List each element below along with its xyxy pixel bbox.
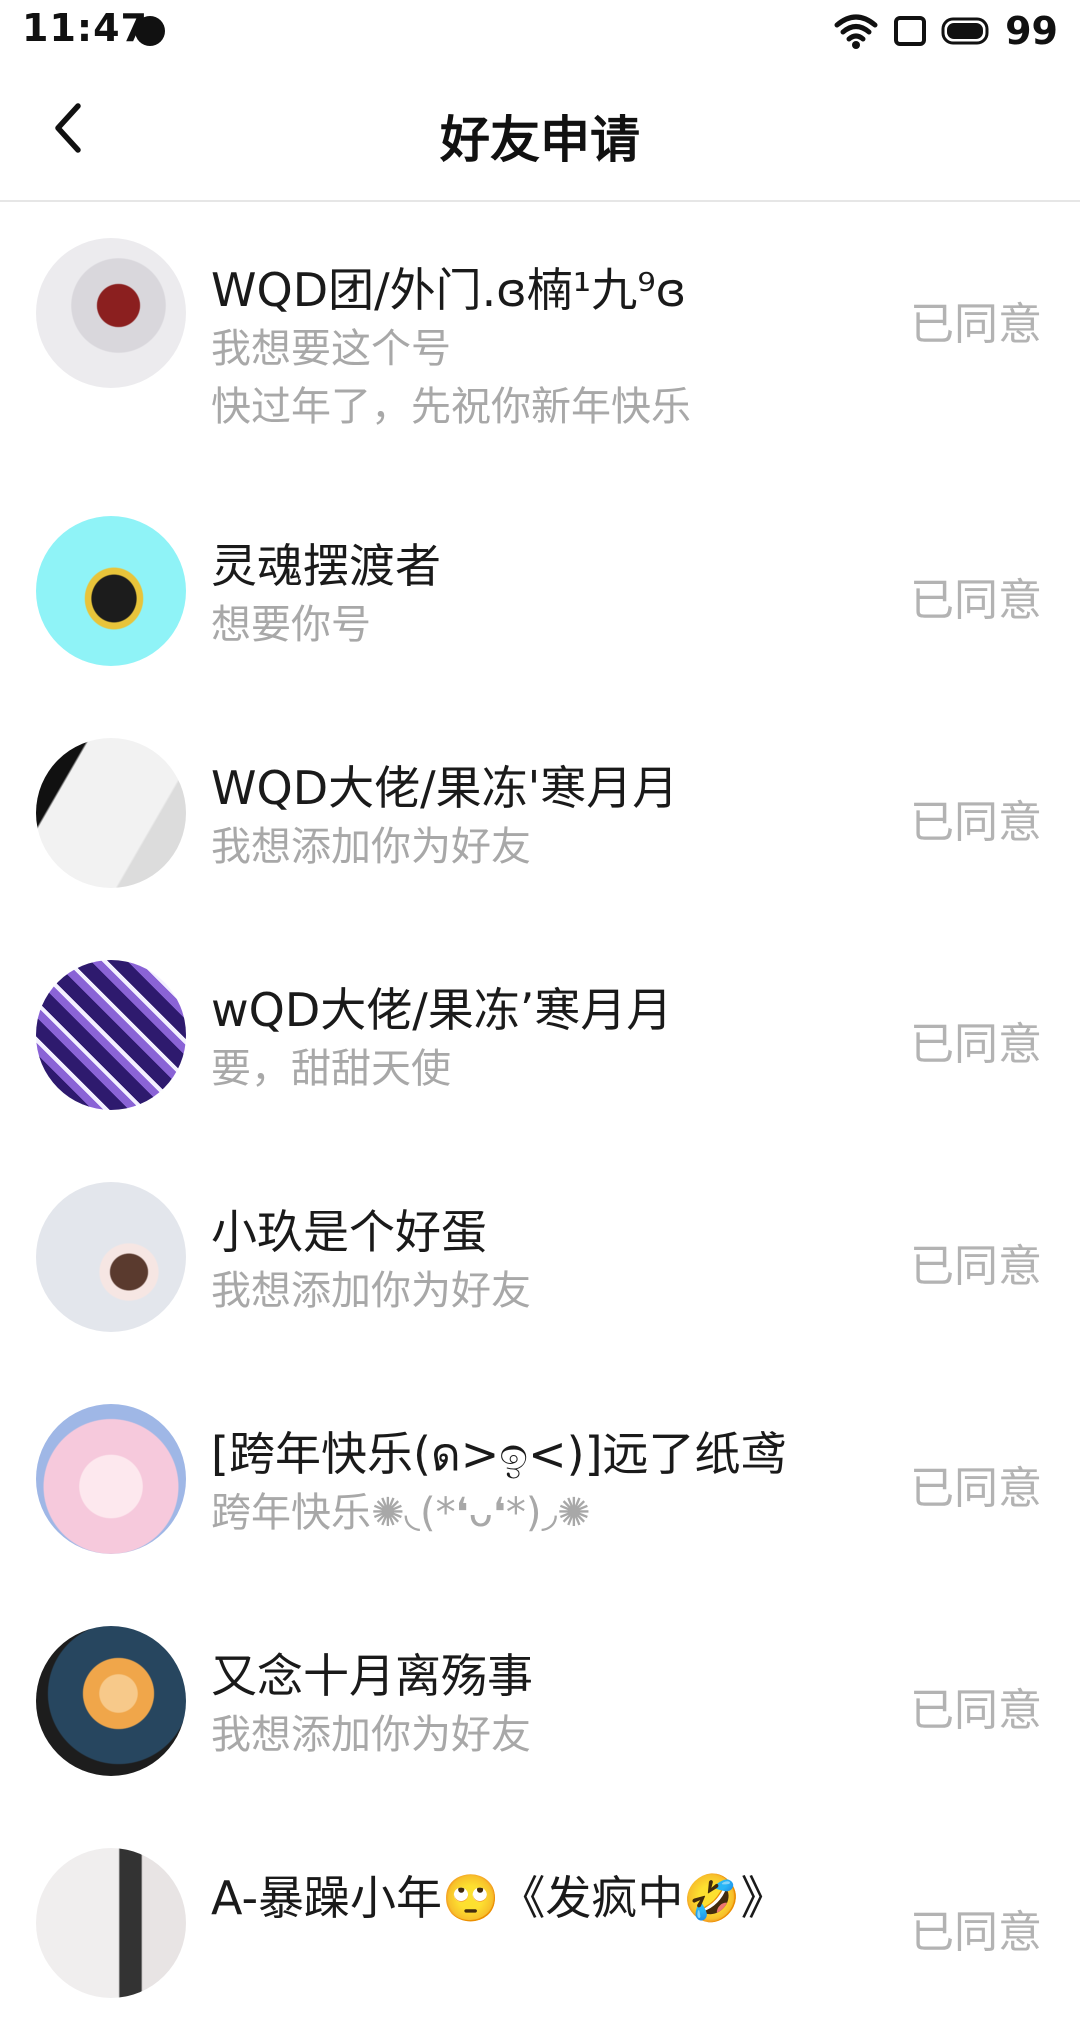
friend-request-row[interactable]: [跨年快乐(ด>ඉ<)]远了纸鸢 跨年快乐✺◟(*❛ᴗ❛*)◞✺ 已同意	[0, 1368, 1080, 1590]
requester-name: WQD大佬/果冻'寒月月	[211, 761, 679, 815]
request-status: 已同意	[910, 1685, 1042, 1736]
avatar[interactable]	[36, 738, 186, 888]
requester-name: 小玖是个好蛋	[211, 1205, 487, 1259]
wifi-icon	[834, 14, 878, 49]
battery-icon	[941, 17, 989, 45]
page-title: 好友申请	[440, 111, 640, 169]
friend-request-row[interactable]: WQD大佬/果冻'寒月月 我想添加你为好友 已同意	[0, 702, 1080, 924]
status-bar: 11:47 99	[0, 0, 1080, 62]
request-status: 已同意	[910, 1463, 1042, 1514]
friend-request-row[interactable]: 小玖是个好蛋 我想添加你为好友 已同意	[0, 1146, 1080, 1368]
friend-request-row[interactable]: wQD大佬/果冻’寒月月 要，甜甜天使 已同意	[0, 924, 1080, 1146]
request-message: 我想添加你为好友	[211, 1268, 531, 1314]
request-message: 跨年快乐✺◟(*❛ᴗ❛*)◞✺	[211, 1490, 591, 1536]
request-status: 已同意	[910, 1907, 1042, 1958]
request-status: 已同意	[910, 575, 1042, 626]
request-status: 已同意	[910, 1241, 1042, 1292]
requester-name: [跨年快乐(ด>ඉ<)]远了纸鸢	[211, 1427, 787, 1481]
request-message: 我想添加你为好友	[211, 824, 531, 870]
friend-request-list: WQD团/外门.ɞ楠¹九⁹ɞ 我想要这个号 快过年了，先祝你新年快乐 已同意 灵…	[0, 204, 1080, 2034]
request-message: 快过年了，先祝你新年快乐	[211, 384, 691, 430]
battery-level: 99	[1005, 9, 1058, 53]
requester-name: 又念十月离殇事	[211, 1649, 533, 1703]
sim-card-icon	[894, 16, 927, 46]
requester-name: WQD团/外门.ɞ楠¹九⁹ɞ	[211, 263, 687, 317]
avatar[interactable]	[36, 1182, 186, 1332]
friend-request-row[interactable]: 又念十月离殇事 我想添加你为好友 已同意	[0, 1590, 1080, 1812]
requester-name: 灵魂摆渡者	[211, 539, 441, 593]
request-message: 要，甜甜天使	[211, 1046, 451, 1092]
request-status: 已同意	[910, 797, 1042, 848]
avatar[interactable]	[36, 1404, 186, 1554]
header: 好友申请	[0, 62, 1080, 202]
request-status: 已同意	[910, 1019, 1042, 1070]
requester-name: A-暴躁小年🙄《发疯中🤣》	[211, 1871, 787, 1925]
request-message: 我想要这个号	[211, 326, 451, 372]
friend-request-row[interactable]: A-暴躁小年🙄《发疯中🤣》 已同意	[0, 1812, 1080, 2034]
avatar[interactable]	[36, 1848, 186, 1998]
avatar[interactable]	[36, 1626, 186, 1776]
request-message: 我想添加你为好友	[211, 1712, 531, 1758]
friend-request-row[interactable]: 灵魂摆渡者 想要你号 已同意	[0, 480, 1080, 702]
status-time: 11:47	[22, 6, 148, 50]
friend-request-row[interactable]: WQD团/外门.ɞ楠¹九⁹ɞ 我想要这个号 快过年了，先祝你新年快乐 已同意	[0, 204, 1080, 480]
notification-dot-icon	[135, 16, 165, 46]
avatar[interactable]	[36, 238, 186, 388]
avatar[interactable]	[36, 516, 186, 666]
request-status: 已同意	[910, 299, 1042, 350]
avatar[interactable]	[36, 960, 186, 1110]
request-message: 想要你号	[211, 602, 371, 648]
requester-name: wQD大佬/果冻’寒月月	[211, 983, 673, 1037]
